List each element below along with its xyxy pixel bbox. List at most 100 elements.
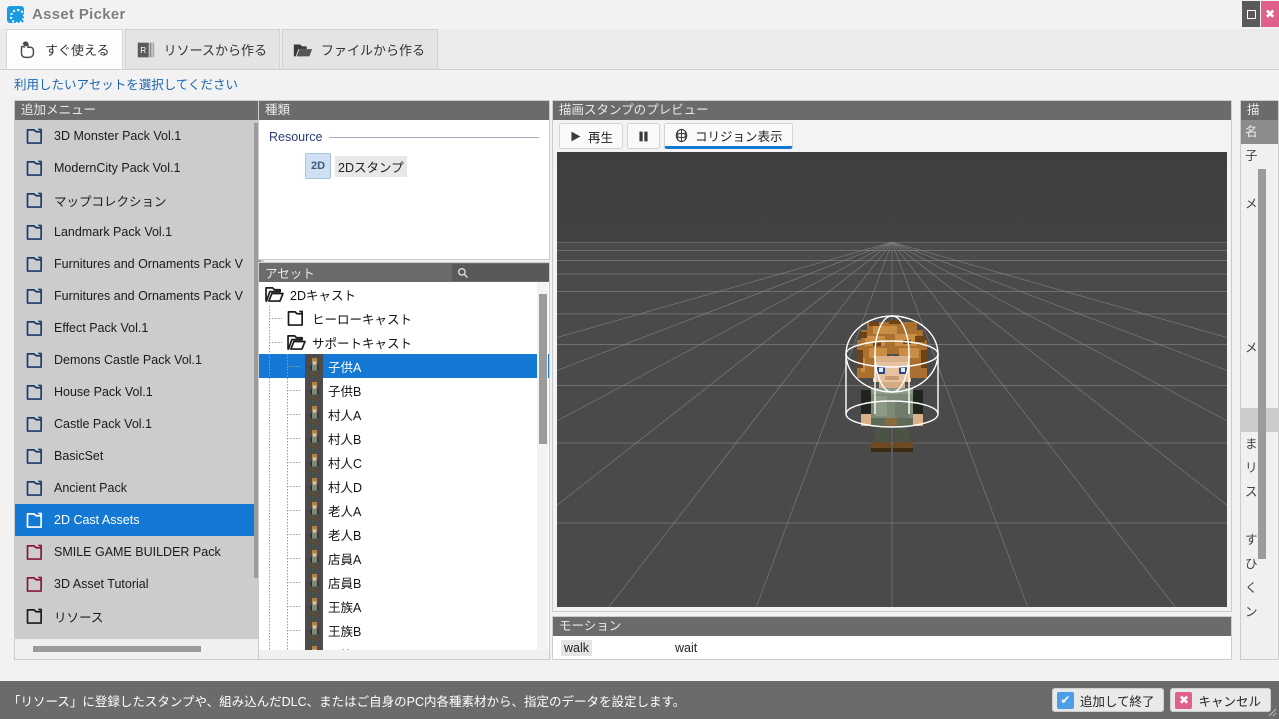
- sidebar-item-6[interactable]: Castle Pack Vol.1: [15, 408, 263, 440]
- sprite-thumbnail: [305, 522, 323, 546]
- sidebar-item-12[interactable]: Landmark Pack Vol.1: [15, 216, 263, 248]
- sidebar-item-1[interactable]: 3D Asset Tutorial: [15, 568, 263, 600]
- confirm-button[interactable]: ✔ 追加して終了: [1052, 688, 1165, 712]
- sidebar-item-5[interactable]: BasicSet: [15, 440, 263, 472]
- folder-icon: [26, 416, 45, 432]
- tree-guide-line: [269, 546, 287, 570]
- sidebar-item-2[interactable]: SMILE GAME BUILDER Pack: [15, 536, 263, 568]
- right-panel-row-1[interactable]: 子: [1241, 144, 1278, 168]
- folder-icon: [26, 608, 45, 624]
- three-d-viewport[interactable]: [557, 152, 1227, 607]
- motion-item-1[interactable]: wait: [672, 640, 700, 656]
- group-divider: [329, 137, 540, 138]
- resource-icon: R: [135, 39, 157, 61]
- sidebar-item-10[interactable]: Furnitures and Ornaments Pack V: [15, 280, 263, 312]
- tree-guide-line: [269, 402, 287, 426]
- kind-item-2d-stamp[interactable]: 2D 2Dスタンプ: [305, 153, 407, 179]
- tree-item-label: 2Dキャスト: [290, 285, 356, 304]
- tree-item-11[interactable]: 店員A: [259, 546, 549, 570]
- tree-item-9[interactable]: 老人A: [259, 498, 549, 522]
- tree-branch: [287, 642, 305, 650]
- sprite-thumbnail: [305, 474, 323, 498]
- motion-list[interactable]: walk wait: [553, 636, 1231, 659]
- right-collapsed-panel[interactable]: 描 名子メメまリスすひくンン: [1240, 100, 1279, 660]
- asset-search-field[interactable]: [452, 264, 549, 281]
- cancel-button[interactable]: ✖ キャンセル: [1170, 688, 1271, 712]
- tree-item-5[interactable]: 村人A: [259, 402, 549, 426]
- sidebar-item-3[interactable]: 2D Cast Assets: [15, 504, 263, 536]
- right-panel-row-0[interactable]: 名: [1241, 120, 1278, 144]
- tab-from-file[interactable]: ファイルから作る: [282, 29, 438, 69]
- tab-label: すぐ使える: [45, 40, 110, 59]
- collision-display-button[interactable]: コリジョン表示: [664, 123, 793, 149]
- resource-group-label: Resource: [269, 130, 539, 144]
- add-menu-list[interactable]: 3D Monster Pack Vol.1 ModernCity Pack Vol…: [15, 120, 263, 639]
- tree-item-15[interactable]: 王族C: [259, 642, 549, 650]
- hand-point-icon: [16, 39, 38, 61]
- sidebar-item-7[interactable]: House Pack Vol.1: [15, 376, 263, 408]
- tree-item-8[interactable]: 村人D: [259, 474, 549, 498]
- tree-item-3[interactable]: 子供A: [259, 354, 549, 378]
- tree-item-14[interactable]: 王族B: [259, 618, 549, 642]
- resize-grip-icon[interactable]: [1265, 705, 1277, 717]
- sidebar-item-4[interactable]: Ancient Pack: [15, 472, 263, 504]
- asset-tree[interactable]: 2Dキャストヒーローキャストサポートキャスト子供A 子供B 村人A村人B村人C村人D…: [259, 282, 549, 650]
- sidebar-item-9[interactable]: Effect Pack Vol.1: [15, 312, 263, 344]
- sidebar-item-15[interactable]: 3D Monster Pack Vol.1: [15, 120, 263, 152]
- right-panel-row-21[interactable]: [1241, 624, 1278, 648]
- asset-vertical-thumb[interactable]: [539, 294, 547, 444]
- asset-picker-window: Asset Picker ✖ すぐ使える R リソースから作る: [0, 0, 1279, 719]
- right-panel-scrollbar-thumb[interactable]: [1258, 169, 1266, 559]
- asset-horizontal-scrollbar[interactable]: [259, 650, 549, 659]
- folder-icon: [26, 352, 45, 368]
- tree-item-10[interactable]: 老人B: [259, 522, 549, 546]
- tab-from-resource[interactable]: R リソースから作る: [125, 29, 280, 69]
- tree-item-7[interactable]: 村人C: [259, 450, 549, 474]
- tree-item-4[interactable]: 子供B: [259, 378, 549, 402]
- status-text: 「リソース」に登録したスタンプや、組み込んだDLC、またはご自身のPC内各種素材…: [8, 691, 685, 710]
- tree-branch: [287, 474, 305, 498]
- tab-ready-to-use[interactable]: すぐ使える: [6, 29, 123, 69]
- sidebar-item-14[interactable]: ModernCity Pack Vol.1: [15, 152, 263, 184]
- sidebar-horizontal-scrollbar[interactable]: [15, 639, 263, 659]
- tree-item-label: 子供A: [328, 357, 361, 376]
- sidebar-horizontal-thumb[interactable]: [33, 646, 201, 652]
- sidebar-item-0[interactable]: リソース: [15, 600, 263, 632]
- asset-search-input[interactable]: [473, 267, 543, 279]
- sidebar-item-13[interactable]: マップコレクション: [15, 184, 263, 216]
- right-panel-row-20[interactable]: ン: [1241, 600, 1278, 624]
- folder-icon: [26, 160, 45, 176]
- right-panel-row-19[interactable]: く: [1241, 576, 1278, 600]
- tree-guide-line: [269, 474, 287, 498]
- sidebar-item-8[interactable]: Demons Castle Pack Vol.1: [15, 344, 263, 376]
- add-menu-header: 追加メニュー: [15, 101, 263, 120]
- tree-guide-line: [269, 594, 287, 618]
- sidebar-item-11[interactable]: Furnitures and Ornaments Pack V: [15, 248, 263, 280]
- tree-item-1[interactable]: ヒーローキャスト: [259, 306, 549, 330]
- tree-item-0[interactable]: 2Dキャスト: [259, 282, 549, 306]
- open-folder-icon: [265, 286, 284, 302]
- tree-guide-line: [269, 618, 287, 642]
- close-button[interactable]: ✖: [1261, 1, 1279, 27]
- sidebar-item-label: Furnitures and Ornaments Pack V: [54, 289, 243, 303]
- tree-item-13[interactable]: 王族A: [259, 594, 549, 618]
- sidebar-item-label: マップコレクション: [54, 191, 167, 210]
- kind-panel-body: Resource 2D 2Dスタンプ: [259, 120, 549, 259]
- folder-icon: [26, 384, 45, 400]
- preview-header: 描画スタンプのプレビュー: [553, 101, 1231, 120]
- play-button[interactable]: 再生: [559, 123, 623, 149]
- tree-item-2[interactable]: サポートキャスト: [259, 330, 549, 354]
- pause-button[interactable]: [627, 123, 660, 149]
- motion-item-0[interactable]: walk: [561, 640, 592, 656]
- maximize-button[interactable]: [1242, 1, 1260, 27]
- sprite-thumbnail: [305, 498, 323, 522]
- tree-branch: [287, 594, 305, 618]
- tree-item-label: 老人A: [328, 501, 361, 520]
- sidebar-item-label: ModernCity Pack Vol.1: [54, 161, 180, 175]
- tree-item-label: 子供B: [328, 381, 361, 400]
- folder-icon: [26, 480, 45, 496]
- right-panel-row-22[interactable]: [1241, 648, 1278, 660]
- tree-item-6[interactable]: 村人B: [259, 426, 549, 450]
- tree-item-12[interactable]: 店員B: [259, 570, 549, 594]
- pause-icon: [637, 130, 650, 143]
